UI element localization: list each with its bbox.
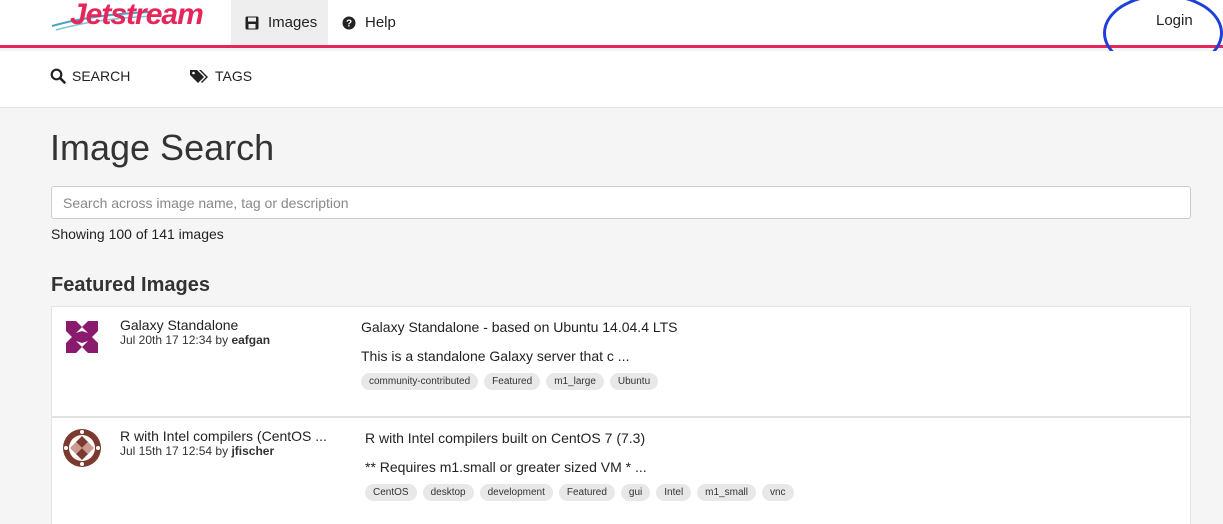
image-card[interactable]: R with Intel compilers (CentOS ... Jul 1… — [51, 417, 1191, 524]
image-search-input[interactable] — [51, 186, 1191, 219]
image-tags: CentOS desktop development Featured gui … — [365, 484, 794, 501]
tag-chip[interactable]: community-contributed — [361, 373, 479, 390]
sub-navbar: SEARCH TAGS — [0, 51, 1223, 108]
tag-chip[interactable]: Ubuntu — [609, 373, 659, 390]
subnav-tags-label: TAGS — [215, 68, 253, 84]
image-description: ** Requires m1.small or greater sized VM… — [365, 459, 647, 475]
tag-chip[interactable]: Intel — [656, 484, 692, 501]
image-date: Jul 20th 17 12:34 by — [120, 333, 229, 347]
top-navbar: Jetstream Images ? Help Login — [0, 0, 1223, 48]
logo-text: Jetstream — [70, 0, 204, 31]
tags-icon — [189, 68, 209, 84]
image-avatar-icon — [62, 428, 102, 468]
image-title: R with Intel compilers built on CentOS 7… — [365, 430, 646, 446]
tag-chip[interactable]: desktop — [422, 484, 474, 501]
image-meta: Jul 20th 17 12:34 by eafgan — [120, 333, 270, 347]
tag-chip[interactable]: Featured — [558, 484, 615, 501]
floppy-disk-icon — [245, 16, 259, 30]
tag-chip[interactable]: development — [479, 484, 553, 501]
image-description: This is a standalone Galaxy server that … — [361, 348, 630, 364]
subnav-search-label: SEARCH — [72, 68, 131, 84]
image-name[interactable]: Galaxy Standalone — [120, 317, 238, 333]
login-link[interactable]: Login — [1156, 0, 1193, 40]
svg-text:?: ? — [346, 18, 352, 29]
image-card[interactable]: Galaxy Standalone Jul 20th 17 12:34 by e… — [51, 306, 1191, 417]
image-name[interactable]: R with Intel compilers (CentOS ... — [120, 428, 327, 444]
tag-chip[interactable]: Featured — [484, 373, 541, 390]
image-tags: community-contributed Featured m1_large … — [361, 373, 659, 390]
nav-images[interactable]: Images — [231, 0, 328, 45]
tag-chip[interactable]: gui — [620, 484, 651, 501]
featured-images-heading: Featured Images — [51, 274, 210, 296]
question-circle-icon: ? — [342, 16, 356, 30]
tag-chip[interactable]: vnc — [761, 484, 794, 501]
image-author: jfischer — [231, 444, 275, 458]
image-date: Jul 15th 17 12:54 by — [120, 444, 229, 458]
jetstream-logo[interactable]: Jetstream — [50, 0, 204, 42]
image-avatar-icon — [62, 317, 102, 357]
nav-images-label: Images — [268, 14, 318, 31]
tag-chip[interactable]: CentOS — [365, 484, 417, 501]
subnav-search[interactable]: SEARCH — [50, 64, 130, 88]
image-title: Galaxy Standalone - based on Ubuntu 14.0… — [361, 319, 678, 335]
page-title: Image Search — [50, 127, 275, 168]
image-author: eafgan — [231, 333, 271, 347]
tag-chip[interactable]: m1_large — [546, 373, 604, 390]
search-icon — [50, 68, 66, 84]
image-meta: Jul 15th 17 12:54 by jfischer — [120, 444, 274, 458]
tag-chip[interactable]: m1_small — [697, 484, 756, 501]
nav-help[interactable]: ? Help — [342, 0, 396, 45]
results-count: Showing 100 of 141 images — [51, 226, 224, 242]
nav-help-label: Help — [365, 14, 396, 31]
subnav-tags[interactable]: TAGS — [189, 64, 252, 88]
